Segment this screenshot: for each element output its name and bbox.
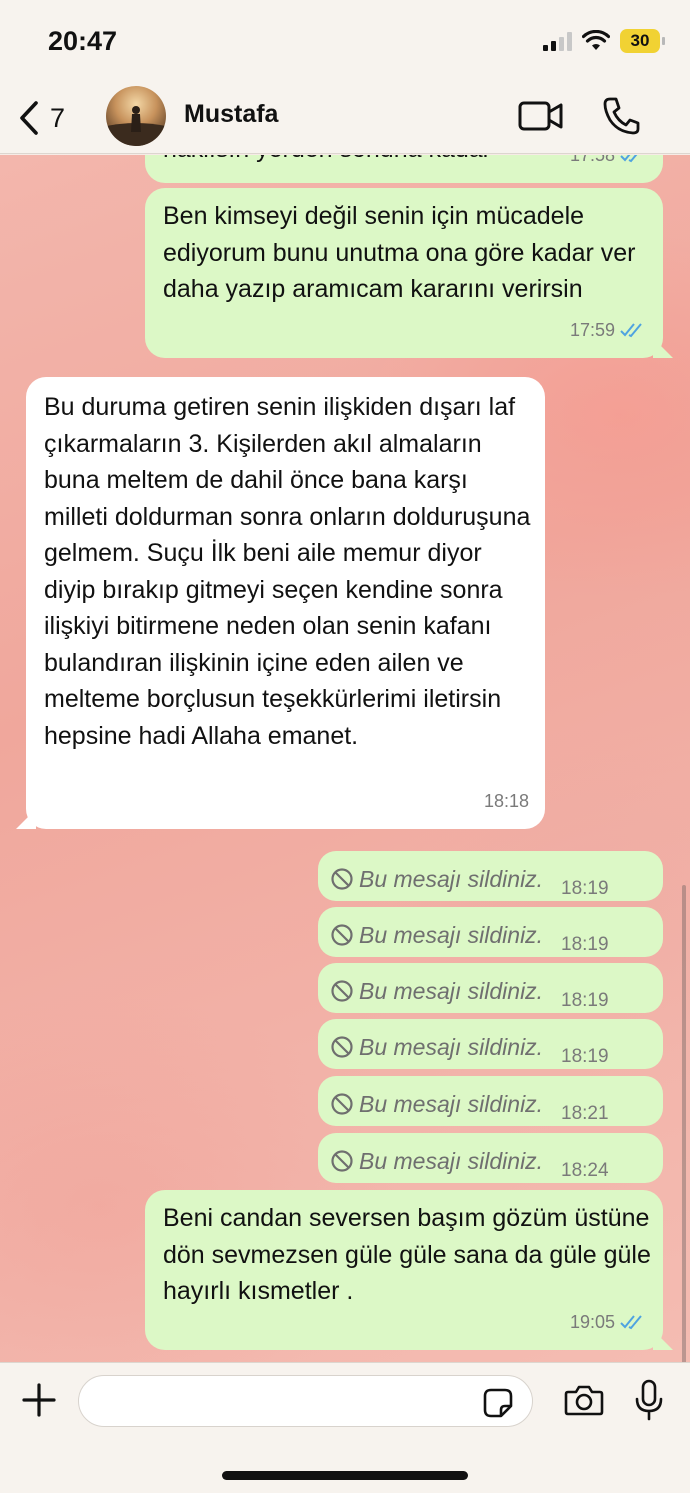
composer-bar (0, 1362, 690, 1493)
message-input[interactable] (78, 1375, 533, 1427)
home-indicator (222, 1471, 468, 1480)
scrollbar[interactable] (682, 885, 686, 1362)
plus-icon (22, 1383, 56, 1417)
status-bar: 20:47 30 (0, 0, 690, 82)
chevron-left-icon (20, 101, 38, 135)
read-receipt-icon (620, 155, 638, 162)
camera-icon (564, 1385, 604, 1416)
wifi-icon (582, 30, 610, 50)
message-text: Ben kimseyi değil senin için mücadele ed… (163, 202, 636, 303)
message-meta: 18:18 (484, 783, 529, 820)
prohibited-icon (331, 868, 353, 890)
read-receipt-icon (620, 1315, 642, 1329)
microphone-button[interactable] (634, 1379, 664, 1426)
back-button[interactable]: 7 (18, 96, 65, 140)
message-time: 18:19 (561, 934, 609, 955)
video-call-button[interactable] (518, 98, 564, 139)
message-time: 18:19 (561, 1046, 609, 1067)
sticker-button[interactable] (482, 1387, 514, 1424)
message-text: haklısın yerden sonuna kadar (163, 155, 491, 168)
camera-button[interactable] (564, 1383, 604, 1422)
deleted-message[interactable]: Bu mesajı sildiniz. 18:19 (318, 963, 663, 1013)
message-time: 18:19 (561, 990, 609, 1011)
prohibited-icon (331, 924, 353, 946)
deleted-message-text: Bu mesajı sildiniz. (359, 922, 544, 948)
message-time: 17:58 (570, 155, 615, 173)
prohibited-icon (331, 1093, 353, 1115)
video-camera-icon (518, 101, 563, 131)
chat-header: 7 Mustafa (0, 82, 690, 154)
microphone-icon (635, 1379, 663, 1421)
deleted-message-text: Bu mesajı sildiniz. (359, 1034, 544, 1060)
prohibited-icon (331, 980, 353, 1002)
status-time: 20:47 (48, 26, 118, 56)
message-outgoing[interactable]: haklısın yerden sonuna kadar 17:58 (145, 155, 663, 183)
unread-count: 7 (50, 102, 66, 133)
message-text: Bu duruma getiren senin ilişkiden dışarı… (44, 393, 531, 750)
prohibited-icon (331, 1150, 353, 1172)
chat-area[interactable]: haklısın yerden sonuna kadar 17:58 Ben k… (0, 155, 690, 1362)
prohibited-icon (331, 1036, 353, 1058)
deleted-message-text: Bu mesajı sildiniz. (359, 1091, 544, 1117)
phone-icon (603, 97, 640, 135)
deleted-message-text: Bu mesajı sildiniz. (359, 1148, 544, 1174)
status-icons: 30 (543, 26, 665, 56)
message-incoming[interactable]: Bu duruma getiren senin ilişkiden dışarı… (26, 377, 545, 829)
message-text: Beni candan seversen başım gözüm üstüne … (163, 1204, 651, 1305)
cellular-signal-icon (543, 31, 572, 51)
read-receipt-icon (620, 323, 642, 337)
avatar[interactable] (106, 86, 166, 146)
message-time: 17:59 (569, 319, 615, 340)
contact-name[interactable]: Mustafa (184, 100, 278, 129)
message-outgoing[interactable]: Ben kimseyi değil senin için mücadele ed… (145, 188, 663, 358)
voice-call-button[interactable] (602, 96, 640, 141)
deleted-message[interactable]: Bu mesajı sildiniz. 18:19 (318, 851, 663, 901)
deleted-message[interactable]: Bu mesajı sildiniz. 18:19 (318, 907, 663, 957)
message-time: 18:24 (561, 1160, 609, 1181)
deleted-message-text: Bu mesajı sildiniz. (359, 978, 544, 1004)
deleted-message[interactable]: Bu mesajı sildiniz. 18:21 (318, 1076, 663, 1126)
message-time: 18:18 (483, 790, 529, 811)
message-meta: 19:05 (570, 1304, 647, 1341)
message-outgoing[interactable]: Beni candan seversen başım gözüm üstüne … (145, 1190, 663, 1350)
message-time: 19:05 (569, 1311, 615, 1332)
deleted-message[interactable]: Bu mesajı sildiniz. 18:19 (318, 1019, 663, 1069)
attach-button[interactable] (20, 1381, 58, 1424)
message-meta: 17:58 (570, 155, 647, 173)
avatar-image (106, 106, 166, 146)
message-time: 18:19 (561, 878, 609, 899)
sticker-icon (483, 1388, 513, 1418)
deleted-message[interactable]: Bu mesajı sildiniz. 18:24 (318, 1133, 663, 1183)
message-time: 18:21 (561, 1103, 609, 1124)
deleted-message-text: Bu mesajı sildiniz. (359, 866, 544, 892)
message-meta: 17:59 (570, 312, 647, 349)
battery-indicator: 30 (620, 29, 665, 53)
